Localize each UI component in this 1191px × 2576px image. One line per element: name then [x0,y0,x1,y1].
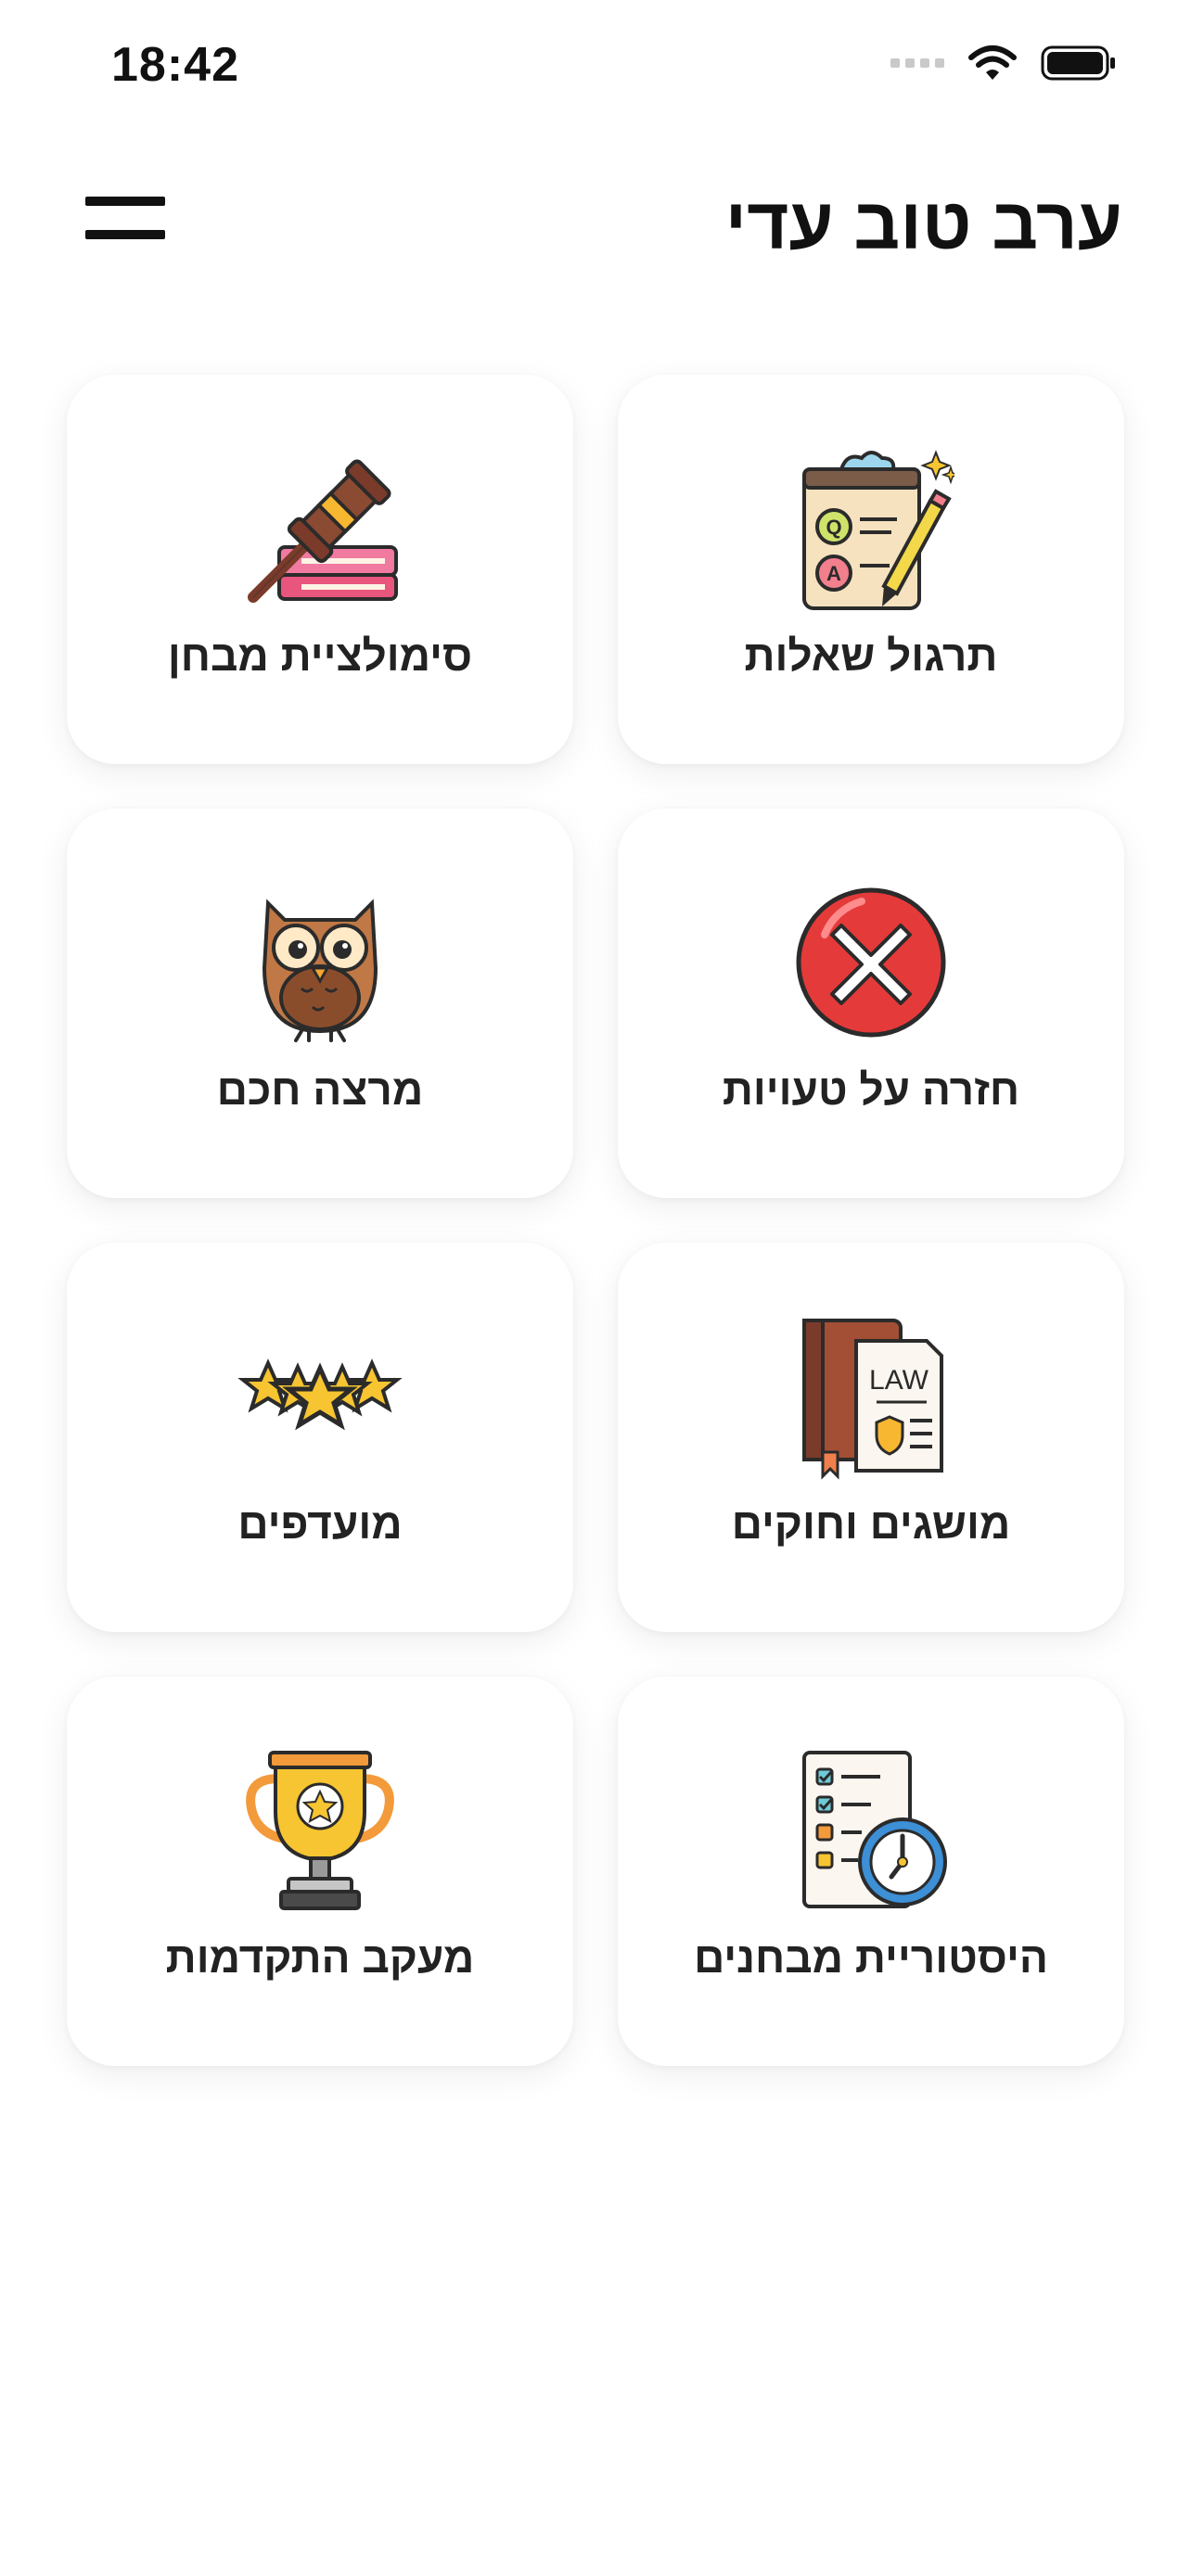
trophy-icon [237,1747,403,1914]
wifi-icon [968,45,1017,80]
menu-bar-top [85,197,165,206]
card-label: חזרה על טעויות [722,1065,1020,1114]
signal-dots-icon [890,58,944,68]
status-icons [890,45,1117,82]
page-title: ערב טוב עדי [724,183,1122,264]
quiz-letter-a: A [826,562,841,585]
card-progress-tracking[interactable]: מעקב התקדמות [67,1677,573,2066]
menu-bar-bottom [85,230,165,239]
stars-icon [237,1313,403,1480]
card-label: היסטוריית מבחנים [694,1933,1048,1982]
quiz-letter-q: Q [826,516,841,539]
error-x-icon [788,879,954,1046]
card-practice-questions[interactable]: Q A תרגול שאלות [618,375,1124,764]
quiz-clipboard-icon: Q A [788,445,954,612]
card-label: מעקב התקדמות [165,1933,475,1982]
card-label: מועדפים [237,1499,403,1548]
battery-icon [1041,45,1115,81]
card-label: סימולציית מבחן [167,631,473,680]
status-time: 18:42 [111,38,239,92]
checklist-clock-icon [788,1747,954,1914]
card-review-mistakes[interactable]: חזרה על טעויות [618,809,1124,1198]
owl-icon [237,879,403,1046]
card-label: תרגול שאלות [744,631,998,680]
card-label: מושגים וחוקים [731,1499,1011,1548]
card-favorites[interactable]: מועדפים [67,1243,573,1632]
law-document-icon: LAW [788,1313,954,1480]
card-smart-lecturer[interactable]: מרצה חכם [67,809,573,1198]
gavel-icon [237,445,403,612]
menu-grid: Q A תרגול שאלות סימולציית מבחן חזרה על ט… [67,375,1124,2066]
card-exam-simulation[interactable]: סימולציית מבחן [67,375,573,764]
card-concepts-laws[interactable]: LAW מושגים וחוקים [618,1243,1124,1632]
card-label: מרצה חכם [216,1065,424,1114]
law-badge-text: LAW [869,1365,929,1396]
menu-button[interactable] [85,197,165,241]
card-exam-history[interactable]: היסטוריית מבחנים [618,1677,1124,2066]
